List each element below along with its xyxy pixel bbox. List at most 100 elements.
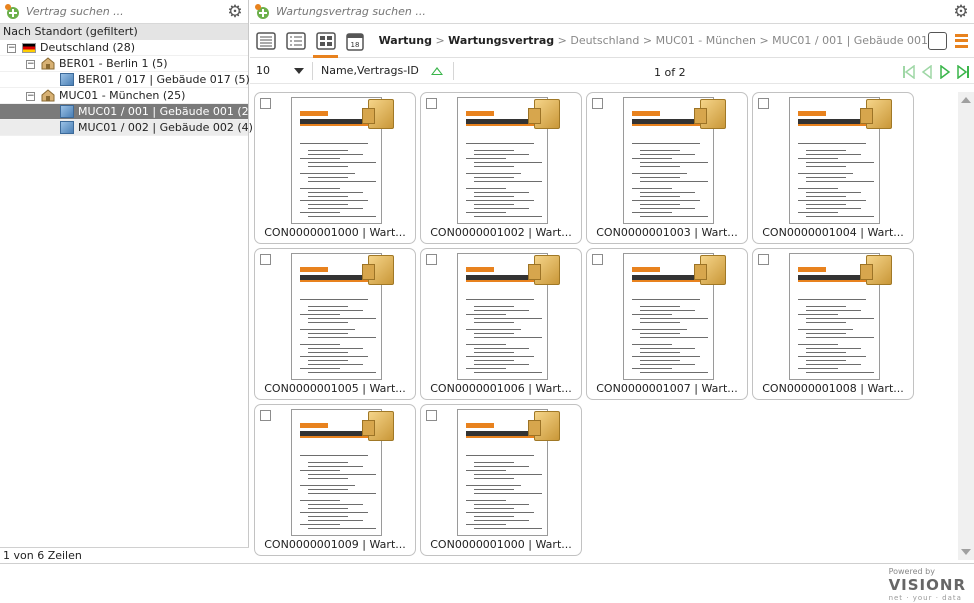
- card-caption: CON0000001006 | Wart...: [430, 382, 572, 395]
- app-window: ⚙ Nach Standort (gefiltert) − Deutschlan…: [0, 0, 974, 603]
- location-panel: ⚙ Nach Standort (gefiltert) − Deutschlan…: [0, 0, 260, 563]
- menu-icon[interactable]: [954, 33, 969, 48]
- row-count: 1 von 6 Zeilen: [0, 547, 249, 563]
- add-icon[interactable]: [4, 3, 22, 21]
- brand-tagline: net · your · data: [888, 594, 962, 602]
- page-size-select[interactable]: 10: [256, 61, 306, 81]
- card-caption: CON0000001005 | Wart...: [264, 382, 406, 395]
- card-checkbox[interactable]: [592, 98, 603, 109]
- powered-by-text: Powered by: [888, 567, 935, 576]
- contract-search-bar: ⚙: [0, 0, 248, 24]
- detail-view-icon[interactable]: [286, 30, 307, 52]
- add-icon[interactable]: [254, 3, 272, 21]
- tree-item-muc01-001[interactable]: MUC01 / 001 | Gebäude 001 (22): [0, 104, 260, 120]
- calendar-view-icon[interactable]: 18: [345, 30, 366, 52]
- first-page-icon[interactable]: [902, 64, 916, 80]
- collapse-icon[interactable]: −: [7, 44, 16, 53]
- previous-page-icon[interactable]: [920, 64, 934, 80]
- card-checkbox[interactable]: [426, 254, 437, 265]
- gear-icon[interactable]: ⚙: [952, 3, 970, 21]
- folder-icon: [694, 255, 726, 285]
- vertical-scrollbar[interactable]: [958, 92, 974, 560]
- card-checkbox[interactable]: [592, 254, 603, 265]
- tile-view-icon[interactable]: [313, 30, 338, 58]
- comment-icon[interactable]: [928, 31, 947, 50]
- contract-card[interactable]: CON0000001000 | Wart...: [420, 404, 582, 556]
- building-icon: [60, 73, 74, 86]
- collapse-icon[interactable]: −: [26, 92, 35, 101]
- view-toolbar: 18 Wartung > Wartungsvertrag > Deutschla…: [250, 24, 974, 58]
- sort-field[interactable]: Name,Vertrags-ID: [321, 64, 419, 77]
- tree-item-label: MUC01 / 001 | Gebäude 001 (22): [78, 105, 260, 118]
- card-checkbox[interactable]: [758, 254, 769, 265]
- gear-icon[interactable]: ⚙: [226, 3, 244, 21]
- contract-card[interactable]: CON0000001007 | Wart...: [586, 248, 748, 400]
- folder-icon: [860, 99, 892, 129]
- card-caption: CON0000001009 | Wart...: [264, 538, 406, 551]
- contract-card[interactable]: CON0000001006 | Wart...: [420, 248, 582, 400]
- flag-de-icon: [22, 43, 36, 53]
- footer-bar: Powered by VISIONR net · your · data: [0, 563, 974, 603]
- brand-name: VISIONR: [888, 576, 966, 594]
- card-checkbox[interactable]: [260, 254, 271, 265]
- folder-icon: [528, 255, 560, 285]
- contract-card[interactable]: CON0000001004 | Wart...: [752, 92, 914, 244]
- breadcrumb-path: > Deutschland > MUC01 - München > MUC01 …: [554, 34, 929, 47]
- tree-header: Nach Standort (gefiltert): [0, 24, 248, 40]
- card-caption: CON0000001007 | Wart...: [596, 382, 738, 395]
- tree-item-label: BER01 - Berlin 1 (5): [59, 57, 168, 70]
- next-page-icon[interactable]: [938, 64, 952, 80]
- sort-ascending-icon[interactable]: [430, 66, 443, 75]
- maintenance-search-bar: ⚙: [250, 0, 974, 24]
- page-info: 1 of 2: [654, 66, 686, 79]
- card-checkbox[interactable]: [260, 410, 271, 421]
- breadcrumb-separator: >: [431, 34, 449, 47]
- breadcrumb-wartungsvertrag[interactable]: Wartungsvertrag: [448, 34, 554, 47]
- card-caption: CON0000001000 | Wart...: [264, 226, 406, 239]
- pager-bar: 10 Name,Vertrags-ID: [250, 58, 974, 84]
- contract-grid: CON0000001000 | Wart... CON0000001002 | W…: [254, 92, 954, 560]
- page-navigation: [902, 64, 970, 80]
- folder-icon: [694, 99, 726, 129]
- scroll-up-icon[interactable]: [961, 97, 971, 103]
- contract-card[interactable]: CON0000001009 | Wart...: [254, 404, 416, 556]
- card-caption: CON0000001008 | Wart...: [762, 382, 904, 395]
- contract-card[interactable]: CON0000001008 | Wart...: [752, 248, 914, 400]
- visionr-logo: Powered by VISIONR net · your · data: [889, 567, 966, 602]
- card-caption: CON0000001002 | Wart...: [430, 226, 572, 239]
- breadcrumb-wartung[interactable]: Wartung: [379, 34, 432, 47]
- card-checkbox[interactable]: [426, 410, 437, 421]
- tree-item-label: BER01 / 017 | Gebäude 017 (5): [78, 73, 250, 86]
- last-page-icon[interactable]: [956, 64, 970, 80]
- contract-panel: ⚙ 18 Wartung > Wartungsvertrag > Deutsch…: [250, 0, 974, 563]
- contract-card[interactable]: CON0000001002 | Wart...: [420, 92, 582, 244]
- building-icon: [60, 121, 74, 134]
- tree-item-muc01-002[interactable]: MUC01 / 002 | Gebäude 002 (4): [0, 120, 253, 136]
- contract-card[interactable]: CON0000001003 | Wart...: [586, 92, 748, 244]
- card-caption: CON0000001004 | Wart...: [762, 226, 904, 239]
- scroll-down-icon[interactable]: [961, 549, 971, 555]
- tree-item-muc01[interactable]: − MUC01 - München (25): [0, 88, 248, 104]
- breadcrumb: Wartung > Wartungsvertrag > Deutschland …: [379, 34, 928, 47]
- card-caption: CON0000001003 | Wart...: [596, 226, 738, 239]
- tree-item-label: Deutschland (28): [40, 41, 136, 54]
- card-checkbox[interactable]: [260, 98, 271, 109]
- folder-icon: [362, 255, 394, 285]
- house-icon: [41, 57, 55, 70]
- maintenance-search-input[interactable]: [276, 5, 952, 18]
- collapse-icon[interactable]: −: [26, 60, 35, 69]
- tree-item-label: MUC01 - München (25): [59, 89, 186, 102]
- tree-item-deutschland[interactable]: − Deutschland (28): [0, 40, 248, 56]
- card-checkbox[interactable]: [758, 98, 769, 109]
- tree-item-ber01[interactable]: − BER01 - Berlin 1 (5): [0, 56, 248, 72]
- contract-search-input[interactable]: [26, 5, 226, 18]
- list-view-icon[interactable]: [256, 30, 277, 52]
- tree-item-label: MUC01 / 002 | Gebäude 002 (4): [78, 121, 253, 134]
- folder-icon: [528, 411, 560, 441]
- tree-item-ber01-017[interactable]: BER01 / 017 | Gebäude 017 (5): [0, 72, 250, 88]
- contract-card[interactable]: CON0000001005 | Wart...: [254, 248, 416, 400]
- chevron-down-icon: [294, 67, 304, 74]
- card-checkbox[interactable]: [426, 98, 437, 109]
- contract-card[interactable]: CON0000001000 | Wart...: [254, 92, 416, 244]
- svg-text:18: 18: [351, 41, 360, 49]
